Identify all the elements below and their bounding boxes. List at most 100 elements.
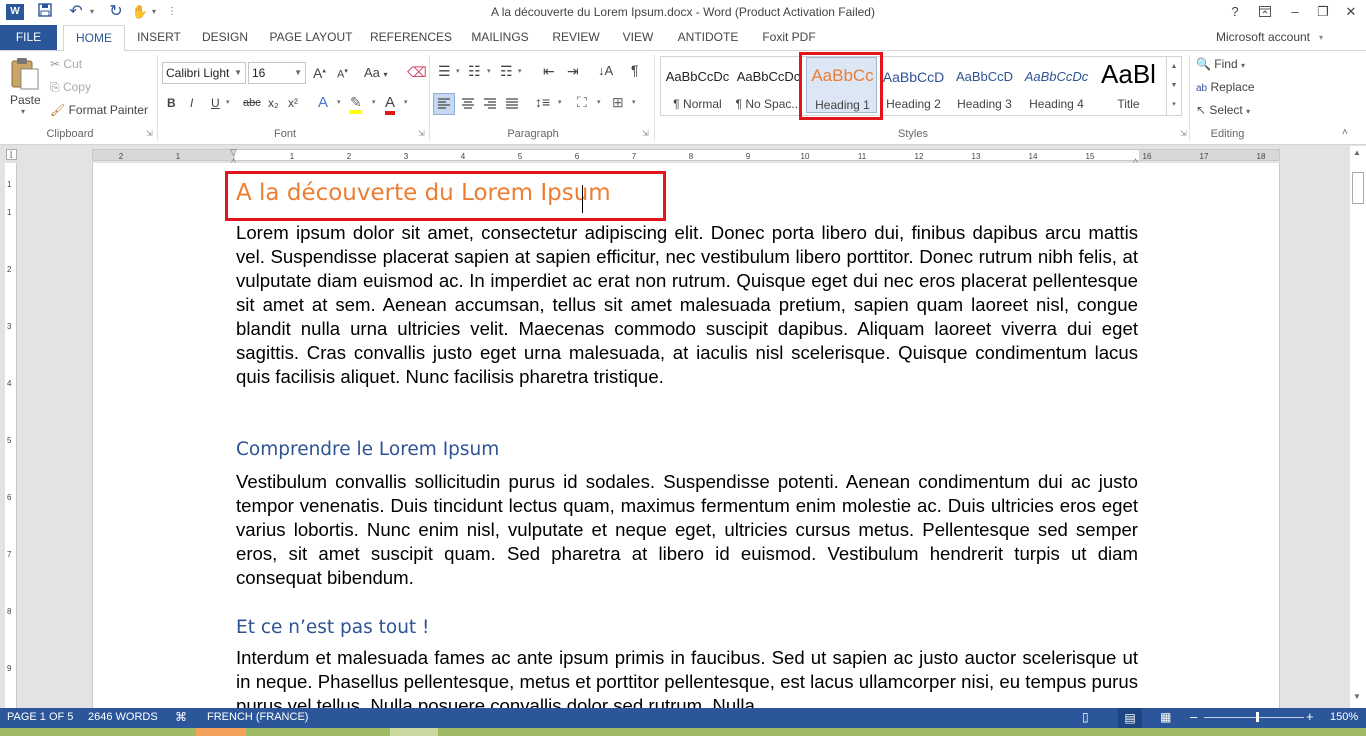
ruler-bar[interactable]: 2 1 1 2 3 4 5 6 7 8 9 10 11 12 13 14 15 … (92, 147, 1280, 166)
tab-review[interactable]: REVIEW (545, 25, 607, 50)
scroll-up-icon[interactable]: ▲ (1353, 148, 1361, 157)
paste-dropdown-icon[interactable]: ▾ (21, 107, 25, 116)
clipboard-launcher-icon[interactable]: ⇲ (146, 129, 153, 138)
style-title[interactable]: AaBl Title (1093, 57, 1164, 113)
zoom-in-button[interactable]: + (1306, 709, 1314, 724)
text-effects-icon[interactable]: A (318, 94, 328, 111)
format-painter-button[interactable]: 🖌 Format Painter (50, 103, 148, 117)
multilevel-list-icon[interactable]: ☶ (500, 63, 513, 80)
document-page[interactable]: A la découverte du Lorem Ipsum Lorem ips… (92, 163, 1280, 708)
numbering-dropdown-icon[interactable]: ▾ (487, 67, 491, 75)
styles-launcher-icon[interactable]: ⇲ (1180, 129, 1187, 138)
replace-button[interactable]: ab Replace (1196, 80, 1255, 94)
shrink-font-button[interactable]: A▾ (337, 67, 348, 81)
justify-button[interactable] (502, 94, 522, 117)
collapse-ribbon-icon[interactable]: ˄ (1342, 127, 1348, 138)
zoom-out-button[interactable]: – (1190, 709, 1197, 724)
font-name-dropdown-icon[interactable]: ▼ (234, 63, 242, 83)
font-name-combo[interactable]: Calibri Light ▼ (162, 62, 246, 84)
restore-button[interactable]: ❐ (1308, 0, 1338, 25)
tab-page-layout[interactable]: PAGE LAYOUT (262, 25, 360, 50)
copy-button[interactable]: ⎘ Copy (50, 80, 91, 95)
align-center-button[interactable] (458, 94, 478, 117)
styles-more-icon[interactable]: ▾ (1167, 95, 1181, 114)
highlight-dropdown-icon[interactable]: ▾ (372, 98, 376, 106)
line-spacing-icon[interactable]: ↕≡ (535, 94, 550, 110)
style-normal[interactable]: AaBbCcDc ¶ Normal (662, 57, 733, 113)
account-dropdown-icon[interactable]: ▾ (1316, 25, 1326, 50)
tab-home[interactable]: HOME (63, 25, 125, 51)
numbering-icon[interactable]: ☷ (468, 63, 481, 80)
account-menu[interactable]: Microsoft account (1210, 25, 1316, 50)
tab-design[interactable]: DESIGN (195, 25, 255, 50)
style-heading-2[interactable]: AaBbCcD Heading 2 (878, 57, 949, 113)
font-size-combo[interactable]: 16 ▼ (248, 62, 306, 84)
shading-dropdown-icon[interactable]: ▾ (597, 98, 601, 106)
style-heading-4[interactable]: AaBbCcDc Heading 4 (1021, 57, 1092, 113)
horizontal-ruler[interactable]: ⌊ 2 1 1 2 3 4 5 6 7 8 9 10 11 12 13 14 1… (0, 146, 1366, 166)
tab-foxit-pdf[interactable]: Foxit PDF (754, 25, 824, 50)
section-heading-et-ce[interactable]: Et ce n’est pas tout ! (236, 617, 429, 638)
font-color-button[interactable]: A (385, 94, 396, 115)
sort-icon[interactable]: ↓A (598, 63, 613, 78)
close-button[interactable]: ✕ (1336, 0, 1366, 25)
highlight-icon[interactable]: ✎ (350, 94, 362, 114)
vertical-ruler[interactable]: 1 1 2 3 4 5 6 7 8 9 (5, 163, 17, 708)
language-indicator[interactable]: FRENCH (FRANCE) (207, 711, 308, 723)
cut-button[interactable]: ✂ Cut (50, 57, 82, 71)
paste-icon[interactable] (8, 57, 42, 91)
shading-icon[interactable]: ⛶ (577, 94, 587, 111)
zoom-slider-thumb[interactable] (1256, 712, 1259, 722)
tab-file[interactable]: FILE (0, 25, 57, 50)
print-layout-icon[interactable]: ▤ (1118, 708, 1142, 728)
bold-button[interactable]: B (167, 96, 176, 110)
minimize-button[interactable]: – (1280, 0, 1310, 25)
paragraph-launcher-icon[interactable]: ⇲ (642, 129, 649, 138)
font-size-dropdown-icon[interactable]: ▼ (294, 63, 302, 83)
style-heading-3[interactable]: AaBbCcD Heading 3 (949, 57, 1020, 113)
grow-font-button[interactable]: A▴ (313, 65, 326, 81)
zoom-level[interactable]: 150% (1330, 711, 1358, 723)
font-color-dropdown-icon[interactable]: ▾ (404, 98, 408, 106)
find-button[interactable]: 🔍 Find ▾ (1196, 57, 1245, 71)
scroll-thumb[interactable] (1352, 172, 1364, 204)
paragraph-3[interactable]: Interdum et malesuada fames ac ante ipsu… (236, 646, 1138, 708)
multilevel-dropdown-icon[interactable]: ▾ (518, 67, 522, 75)
paragraph-1[interactable]: Lorem ipsum dolor sit amet, consectetur … (236, 221, 1138, 389)
increase-indent-icon[interactable]: ⇥ (567, 63, 579, 80)
bullets-dropdown-icon[interactable]: ▾ (456, 67, 460, 75)
tab-antidote[interactable]: ANTIDOTE (669, 25, 747, 50)
select-dropdown-icon[interactable]: ▾ (1246, 107, 1250, 116)
find-dropdown-icon[interactable]: ▾ (1241, 61, 1245, 70)
strikethrough-button[interactable]: abc (243, 97, 261, 109)
styles-down-icon[interactable]: ▼ (1167, 76, 1181, 95)
font-launcher-icon[interactable]: ⇲ (418, 129, 425, 138)
text-effects-dropdown-icon[interactable]: ▾ (337, 98, 341, 106)
styles-up-icon[interactable]: ▲ (1167, 57, 1181, 76)
tab-references[interactable]: REFERENCES (367, 25, 455, 50)
section-heading-comprendre[interactable]: Comprendre le Lorem Ipsum (236, 439, 499, 460)
scroll-down-icon[interactable]: ▼ (1353, 692, 1361, 701)
page-count[interactable]: PAGE 1 OF 5 (7, 711, 73, 723)
style-no-spacing[interactable]: AaBbCcDc ¶ No Spac... (733, 57, 804, 113)
tab-mailings[interactable]: MAILINGS (462, 25, 538, 50)
align-left-button[interactable] (433, 93, 455, 115)
paste-button[interactable]: Paste (10, 93, 41, 107)
underline-button[interactable]: U (211, 96, 220, 110)
decrease-indent-icon[interactable]: ⇤ (543, 63, 555, 80)
bullets-icon[interactable]: ☰ (438, 63, 451, 80)
styles-scroll[interactable]: ▲ ▼ ▾ (1166, 57, 1181, 115)
select-button[interactable]: ↖ Select ▾ (1196, 103, 1250, 117)
ribbon-display-options-icon[interactable] (1250, 0, 1280, 25)
italic-button[interactable]: I (190, 96, 193, 110)
read-mode-icon[interactable]: ▯ (1082, 710, 1089, 724)
vertical-scrollbar[interactable]: ▲ ▼ (1350, 146, 1366, 708)
word-count[interactable]: 2646 WORDS (88, 711, 158, 723)
line-spacing-dropdown-icon[interactable]: ▾ (558, 98, 562, 106)
paragraph-2[interactable]: Vestibulum convallis sollicitudin purus … (236, 470, 1138, 590)
tab-selector-icon[interactable]: ⌊ (6, 149, 17, 160)
change-case-button[interactable]: Aa ▾ (364, 65, 388, 80)
show-formatting-button[interactable]: ¶ (631, 62, 639, 78)
tab-insert[interactable]: INSERT (130, 25, 188, 50)
taskbar-item[interactable] (196, 728, 246, 736)
